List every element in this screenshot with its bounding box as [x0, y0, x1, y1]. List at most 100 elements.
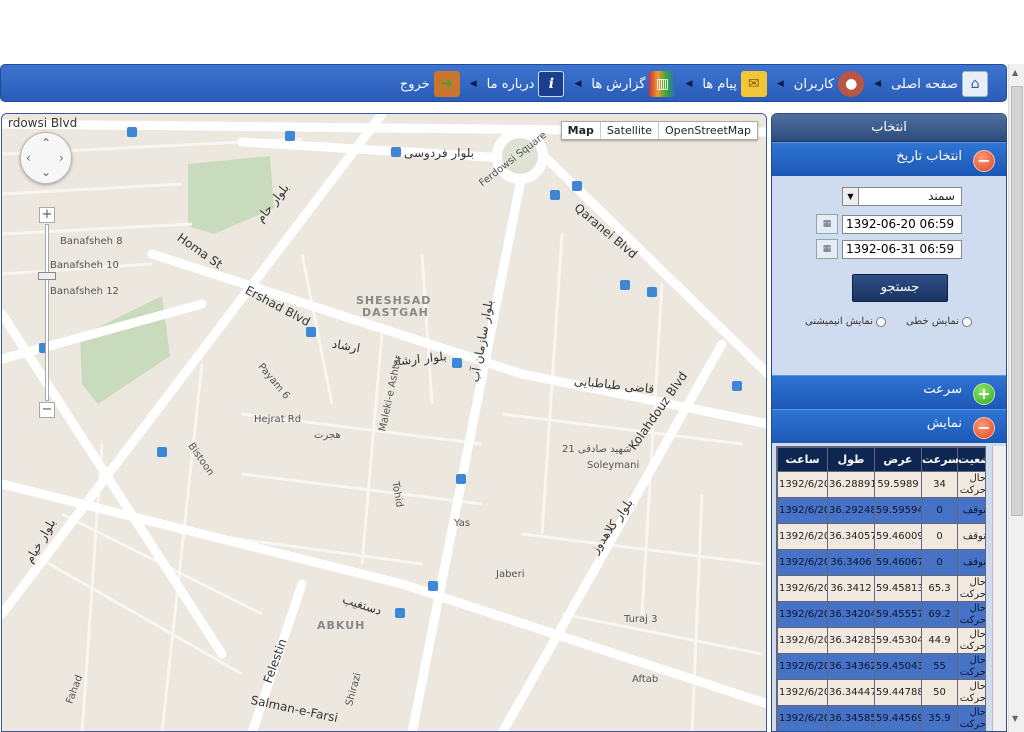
scroll-up-icon[interactable]: ▲: [1012, 68, 1018, 77]
table-cell: 65.3: [921, 575, 958, 602]
table-cell: 1392/6/20 18:45:5: [777, 523, 828, 550]
table-cell: توقف: [957, 549, 985, 576]
animated-display-option[interactable]: نمایش انیمیشنی: [805, 316, 886, 327]
page-scrollbar-thumb[interactable]: [1011, 86, 1023, 516]
page-scrollbar[interactable]: ▲ ▼: [1008, 64, 1024, 732]
nav-reports-label: گزارش ها: [591, 76, 646, 92]
table-row[interactable]: 1392/6/20 18:47:2536.341259.4581365.3حال…: [777, 575, 985, 602]
table-cell: 59.44569: [874, 705, 922, 731]
map-view[interactable]: rdowsi Blvd بلوار فردوسی Ferdowsi Square…: [1, 113, 767, 732]
table-cell: حال حرکت: [957, 575, 985, 602]
nav-exit[interactable]: ➜ خروج: [396, 71, 464, 97]
table-cell: 59.59594: [874, 497, 922, 524]
table-cell: حال حرکت: [957, 705, 985, 731]
table-cell: 1392/6/20 18:47:38: [777, 601, 828, 628]
zoom-out-button[interactable]: −: [39, 402, 55, 418]
table-cell: 36.3406: [827, 549, 875, 576]
nav-users-label: کاربران: [793, 76, 835, 92]
nav-reports[interactable]: ▥ گزارش ها: [587, 71, 679, 97]
to-date-input[interactable]: 1392-06-31 06:59: [842, 239, 962, 259]
main-nav: ⌂ صفحه اصلی ◀ ● کاربران ◀ ✉ پیام ها ◀ ▥ …: [396, 65, 992, 103]
scroll-down-icon[interactable]: ▼: [1012, 714, 1018, 723]
table-cell: 69.2: [921, 601, 958, 628]
reports-icon: ▥: [649, 71, 676, 97]
nav-users[interactable]: ● کاربران: [790, 71, 868, 97]
display-section-header[interactable]: − نمایش: [772, 409, 1006, 443]
map-label: هجرت: [314, 430, 341, 441]
table-row[interactable]: 1392/6/20 18:47:5136.3428359.4530444.9حا…: [777, 627, 985, 654]
table-row[interactable]: 1392/6/20 18:48:2836.3444759.4478850حال …: [777, 679, 985, 706]
table-cell: حال حرکت: [957, 679, 985, 706]
map-type-map-button[interactable]: Map: [562, 122, 600, 139]
table-row[interactable]: 1392/6/20 18:47:736.340659.460670توقف: [777, 549, 985, 576]
linear-radio[interactable]: [962, 316, 972, 327]
panel-title: انتخاب: [772, 114, 1006, 142]
table-cell: حال حرکت: [957, 627, 985, 654]
nav-separator-icon: ◀: [874, 79, 882, 89]
exit-icon: ➜: [433, 71, 460, 97]
map-type-osm-button[interactable]: OpenStreetMap: [657, 122, 757, 139]
table-cell: حال حرکت: [957, 601, 985, 628]
expand-icon[interactable]: +: [973, 383, 995, 405]
to-date-row: ▦ 1392-06-31 06:59: [816, 239, 962, 259]
calendar-icon[interactable]: ▦: [816, 239, 838, 259]
vehicle-select[interactable]: سمند ▼: [842, 187, 962, 206]
table-cell: 55: [921, 653, 958, 680]
calendar-icon[interactable]: ▦: [816, 214, 838, 234]
table-row[interactable]: 1392/6/20 18:48:436.3458559.4456935.9حال…: [777, 705, 985, 731]
map-label: DASTGAH: [362, 306, 429, 319]
table-cell: 1392/6/20 18:48:4: [777, 705, 828, 731]
table-scrollbar[interactable]: [992, 446, 1006, 731]
collapse-icon[interactable]: −: [973, 150, 995, 172]
pan-up-icon[interactable]: ⌃: [41, 137, 51, 149]
nav-home[interactable]: ⌂ صفحه اصلی: [887, 71, 992, 97]
page: { "nav": { "items": [ {"label": "صفحه اص…: [0, 0, 1024, 732]
table-cell: 36.28891: [827, 471, 875, 498]
table-header-row: ساعت طول عرض سرعت وضعیت: [777, 447, 985, 472]
nav-separator-icon: ◀: [776, 79, 784, 89]
zoom-slider-track[interactable]: [45, 224, 49, 401]
table-cell: 36.29248: [827, 497, 875, 524]
column-header[interactable]: عرض: [874, 447, 922, 472]
animated-label: نمایش انیمیشنی: [805, 316, 873, 327]
column-header[interactable]: وضعیت: [957, 447, 985, 472]
pan-left-icon[interactable]: ‹: [26, 152, 31, 164]
home-icon: ⌂: [962, 71, 988, 97]
table-cell: 36.34585: [827, 705, 875, 731]
chevron-down-icon[interactable]: ▼: [843, 188, 859, 205]
pan-right-icon[interactable]: ›: [59, 152, 64, 164]
table-cell: 1392/6/20 18:47:25: [777, 575, 828, 602]
pan-control[interactable]: ⌃ ⌄ ‹ ›: [20, 132, 72, 184]
table-row[interactable]: 1392/6/20 18:45:536.3405759.460090توقف: [777, 523, 985, 550]
table-cell: 36.34447: [827, 679, 875, 706]
nav-about[interactable]: i درباره ما: [483, 71, 569, 97]
column-header[interactable]: ساعت: [777, 447, 828, 472]
info-icon: i: [538, 71, 565, 97]
track-table: ساعت طول عرض سرعت وضعیت 1392/6/20 17:54:…: [776, 446, 986, 731]
speed-section-header[interactable]: + سرعت: [772, 375, 1006, 409]
table-row[interactable]: 1392/6/20 17:59:136.2924859.595940توقف: [777, 497, 985, 524]
animated-radio[interactable]: [876, 316, 886, 327]
from-date-input[interactable]: 1392-06-20 06:59: [842, 214, 962, 234]
table-row[interactable]: 1392/6/20 17:54:336.2889159.598934حال حر…: [777, 471, 985, 498]
collapse-icon[interactable]: −: [973, 417, 995, 439]
nav-messages[interactable]: ✉ پیام ها: [698, 71, 771, 97]
search-button[interactable]: جستجو: [852, 274, 948, 302]
pan-down-icon[interactable]: ⌄: [41, 166, 51, 178]
map-label: Aftab: [632, 674, 659, 685]
linear-display-option[interactable]: نمایش خطی: [906, 316, 972, 327]
users-icon: ●: [838, 71, 865, 97]
nav-separator-icon: ◀: [685, 79, 693, 89]
table-cell: توقف: [957, 497, 985, 524]
date-section-header[interactable]: − انتخاب تاریخ: [772, 142, 1006, 176]
map-label: Banafsheh 12: [50, 286, 119, 297]
table-row[interactable]: 1392/6/20 18:48:1036.3436259.4504355حال …: [777, 653, 985, 680]
linear-label: نمایش خطی: [905, 316, 959, 327]
column-header[interactable]: سرعت: [921, 447, 959, 472]
column-header[interactable]: طول: [827, 447, 875, 472]
zoom-in-button[interactable]: +: [39, 207, 55, 223]
table-row[interactable]: 1392/6/20 18:47:3836.3420459.4555769.2حا…: [777, 601, 985, 628]
zoom-slider-thumb[interactable]: [38, 272, 56, 280]
map-type-satellite-button[interactable]: Satellite: [599, 122, 658, 139]
table-cell: 59.46009: [874, 523, 922, 550]
